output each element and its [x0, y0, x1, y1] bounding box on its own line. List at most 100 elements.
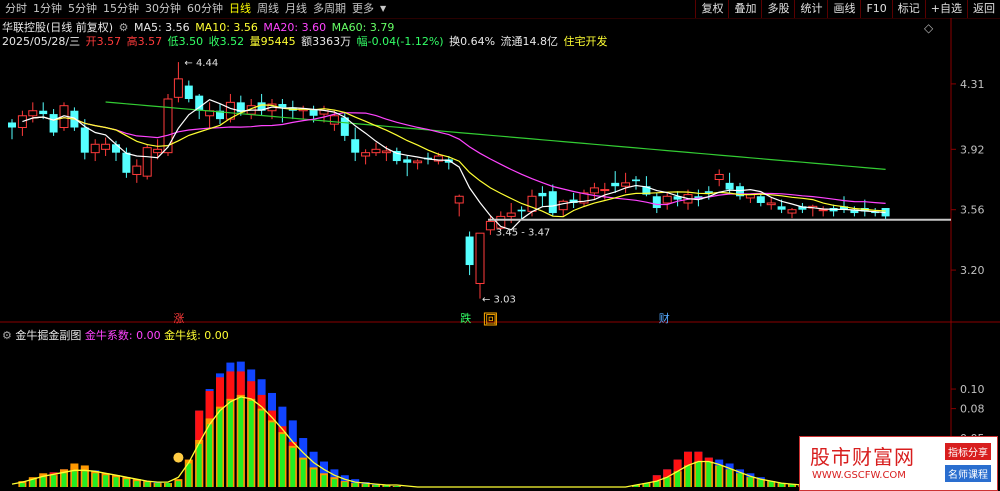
- candle-body: [517, 209, 526, 212]
- indicator-bar-green: [123, 479, 129, 487]
- indicator-bar-green: [331, 479, 337, 487]
- candle-body: [714, 173, 724, 180]
- candle: [465, 231, 474, 276]
- hui-marker: 回: [485, 313, 496, 326]
- indicator-bar-green: [352, 483, 358, 487]
- candle-body: [454, 195, 464, 204]
- candle: [392, 147, 401, 165]
- candle-body: [485, 220, 495, 231]
- indicator-bar-green: [155, 483, 161, 487]
- indicator-bar-green: [134, 481, 140, 487]
- watermark-url: WWW.GSCFW.COM: [812, 470, 906, 481]
- candle: [361, 149, 371, 165]
- candle: [132, 159, 142, 183]
- indicator-bar-green: [363, 484, 369, 487]
- indicator-bar-green: [238, 396, 244, 487]
- candle: [766, 197, 776, 210]
- candle-body: [329, 115, 339, 125]
- indicator-bar-green: [706, 461, 712, 487]
- indicator-bar-green: [19, 483, 25, 487]
- candle-body: [475, 232, 485, 284]
- indicator-bar-green: [394, 486, 400, 487]
- candle: [662, 192, 672, 210]
- candle-body: [632, 179, 640, 182]
- candle: [714, 169, 724, 187]
- indicator-bar-green: [144, 482, 150, 487]
- ma60-line: [105, 101, 886, 170]
- candle-body: [49, 114, 58, 133]
- candle: [569, 192, 578, 209]
- candle-body: [652, 196, 661, 209]
- candle: [632, 176, 640, 190]
- indicator-bar-green: [685, 465, 691, 487]
- indicator-bar-green: [290, 447, 296, 487]
- indicator-bar-green: [165, 483, 171, 487]
- candle: [49, 109, 58, 136]
- candle: [829, 204, 838, 217]
- support-range-label: 3.45 - 3.47: [496, 227, 551, 238]
- indicator-bar-green: [664, 477, 670, 487]
- candle: [756, 192, 765, 207]
- kline-chart[interactable]: 4.313.923.563.200.100.080.05 ← 4.44← 3.0…: [0, 0, 1000, 491]
- candle: [195, 93, 204, 120]
- indicator-bar-green: [675, 471, 681, 487]
- indicator-bar-green: [113, 477, 119, 487]
- indicator-bar-green: [279, 434, 285, 487]
- zhang-marker: 涨: [173, 312, 184, 325]
- indicator-bar-green: [186, 463, 192, 487]
- candle: [798, 202, 807, 214]
- candle: [80, 119, 89, 160]
- indicator-bar-green: [61, 473, 67, 487]
- candle-body: [589, 187, 599, 194]
- price-tick-label: 4.31: [960, 78, 985, 91]
- indicator-bar-green: [103, 475, 109, 487]
- candle: [351, 127, 360, 162]
- candle: [818, 206, 828, 217]
- candle-body: [90, 143, 100, 154]
- candle-body: [818, 209, 828, 212]
- indicator-bar-green: [227, 400, 233, 487]
- candle: [840, 196, 848, 214]
- indicator-bar-green: [92, 473, 98, 487]
- low-price-label: ← 3.03: [482, 295, 516, 306]
- price-tick-label: 3.20: [960, 264, 985, 277]
- candle: [413, 159, 423, 170]
- candle-body: [621, 182, 631, 187]
- indicator-bar-green: [40, 477, 46, 487]
- candle-body: [611, 182, 620, 187]
- candle-body: [704, 191, 713, 193]
- candle: [8, 119, 16, 140]
- indicator-bar-green: [727, 469, 733, 487]
- indicator-bar-green: [248, 400, 254, 487]
- indicator-bar-green: [373, 485, 379, 487]
- indicator-bar-green: [196, 443, 202, 487]
- candle: [278, 98, 287, 123]
- candle-body: [39, 110, 48, 115]
- indicator-bar-green: [269, 422, 275, 487]
- candle: [538, 186, 547, 207]
- candle: [589, 182, 599, 200]
- candle-body: [195, 95, 204, 111]
- watermark-tag-course: 名师课程: [945, 465, 991, 482]
- candle-body: [465, 236, 474, 266]
- candle: [558, 199, 568, 217]
- candle-body: [527, 195, 537, 212]
- candle: [184, 80, 193, 103]
- candle-body: [548, 191, 557, 214]
- candle-body: [142, 147, 152, 177]
- candle: [579, 189, 589, 207]
- watermark-title: 股市财富网: [810, 445, 915, 469]
- candle: [173, 62, 183, 103]
- die-marker: 跌: [460, 311, 471, 325]
- candle-body: [787, 209, 797, 214]
- candle: [787, 208, 797, 219]
- candle: [621, 172, 631, 193]
- cai-marker: 财: [659, 311, 670, 325]
- candle-body: [173, 78, 183, 98]
- indicator-bar-green: [737, 473, 743, 487]
- candle: [205, 102, 215, 128]
- candle: [371, 142, 381, 157]
- candle-body: [153, 148, 163, 154]
- indicator-bar-green: [175, 481, 181, 487]
- candle: [142, 144, 152, 180]
